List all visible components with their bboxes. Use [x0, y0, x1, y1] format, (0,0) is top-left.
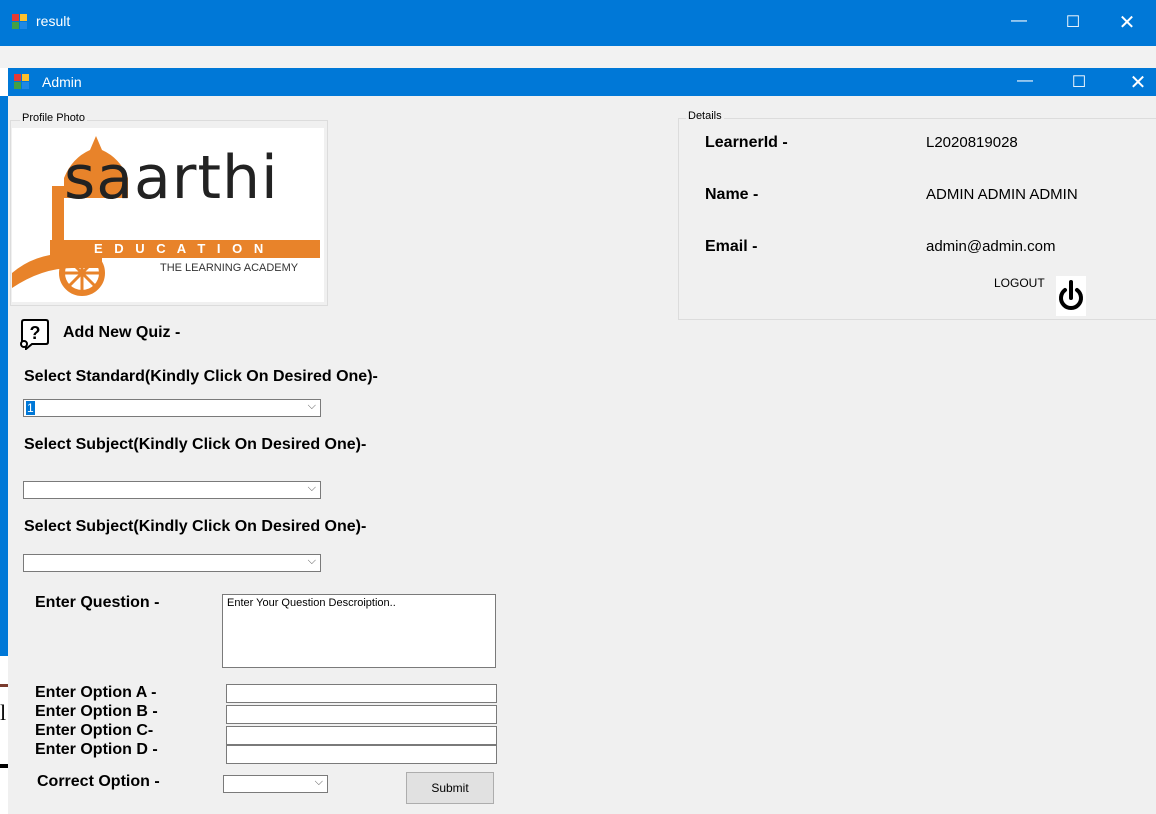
maximize-button[interactable]: ☐: [1056, 72, 1102, 92]
logo-education: E D U C A T I O N: [94, 241, 268, 256]
option-c-input[interactable]: [226, 726, 497, 745]
result-window-titlebar[interactable]: result — ☐ ✕: [0, 0, 1156, 46]
close-button[interactable]: ✕: [1120, 70, 1156, 95]
minimize-button[interactable]: —: [1002, 72, 1048, 90]
admin-window-titlebar[interactable]: Admin — ☐ ✕: [8, 68, 1156, 96]
correct-option-combo[interactable]: ⌵: [223, 775, 328, 793]
email-value: admin@admin.com: [926, 238, 1056, 255]
logout-button[interactable]: [1056, 276, 1086, 316]
svg-text:?: ?: [30, 323, 41, 343]
minimize-button[interactable]: —: [996, 12, 1042, 30]
admin-window-title: Admin: [42, 74, 82, 90]
learner-id-value: L2020819028: [926, 134, 1018, 151]
chevron-down-icon: ⌵: [307, 555, 316, 567]
result-window-edge: [0, 96, 8, 656]
standard-combo[interactable]: 1 ⌵: [23, 399, 321, 417]
add-new-quiz-heading: Add New Quiz -: [63, 324, 181, 341]
chevron-down-icon: ⌵: [307, 482, 316, 494]
subject-combo[interactable]: ⌵: [23, 481, 321, 499]
power-icon: [1059, 280, 1083, 310]
select-subject-2-label: Select Subject(Kindly Click On Desired O…: [24, 518, 367, 535]
option-b-label: Enter Option B -: [35, 703, 158, 720]
logout-label: LOGOUT: [994, 276, 1045, 290]
logo-wordmark: saarthi: [64, 143, 279, 213]
subject-2-combo[interactable]: ⌵: [23, 554, 321, 572]
background-text: l: [0, 700, 7, 725]
email-label: Email -: [705, 238, 758, 255]
correct-option-label: Correct Option -: [37, 773, 160, 790]
question-placeholder: Enter Your Question Descroiption..: [227, 597, 396, 609]
option-c-label: Enter Option C-: [35, 722, 154, 739]
name-value: ADMIN ADMIN ADMIN: [926, 186, 1078, 203]
enter-question-label: Enter Question -: [35, 594, 160, 611]
background-divider-2: [0, 764, 8, 768]
app-icon: [14, 74, 30, 90]
question-textarea[interactable]: Enter Your Question Descroiption..: [222, 594, 496, 668]
submit-button[interactable]: Submit: [406, 772, 494, 804]
name-label: Name -: [705, 186, 759, 203]
app-icon: [12, 14, 28, 30]
close-button[interactable]: ✕: [1104, 10, 1150, 35]
quiz-question-icon: ?: [18, 318, 52, 352]
result-window-body: [0, 46, 1156, 68]
learner-id-label: LearnerId -: [705, 134, 788, 151]
option-b-input[interactable]: [226, 705, 497, 724]
background-divider: [0, 684, 8, 687]
chevron-down-icon: ⌵: [307, 400, 316, 412]
option-d-input[interactable]: [226, 745, 497, 764]
maximize-button[interactable]: ☐: [1050, 12, 1096, 32]
chevron-down-icon: ⌵: [314, 776, 323, 788]
details-group-title: Details: [686, 110, 724, 122]
profile-photo-group-title: Profile Photo: [20, 112, 87, 124]
result-window-title: result: [36, 13, 71, 29]
logo-tagline: THE LEARNING ACADEMY: [160, 262, 299, 274]
select-standard-label: Select Standard(Kindly Click On Desired …: [24, 368, 378, 385]
option-a-label: Enter Option A -: [35, 684, 157, 701]
standard-combo-value: 1: [26, 401, 35, 415]
option-d-label: Enter Option D -: [35, 741, 158, 758]
option-a-input[interactable]: [226, 684, 497, 703]
select-subject-label: Select Subject(Kindly Click On Desired O…: [24, 436, 367, 453]
